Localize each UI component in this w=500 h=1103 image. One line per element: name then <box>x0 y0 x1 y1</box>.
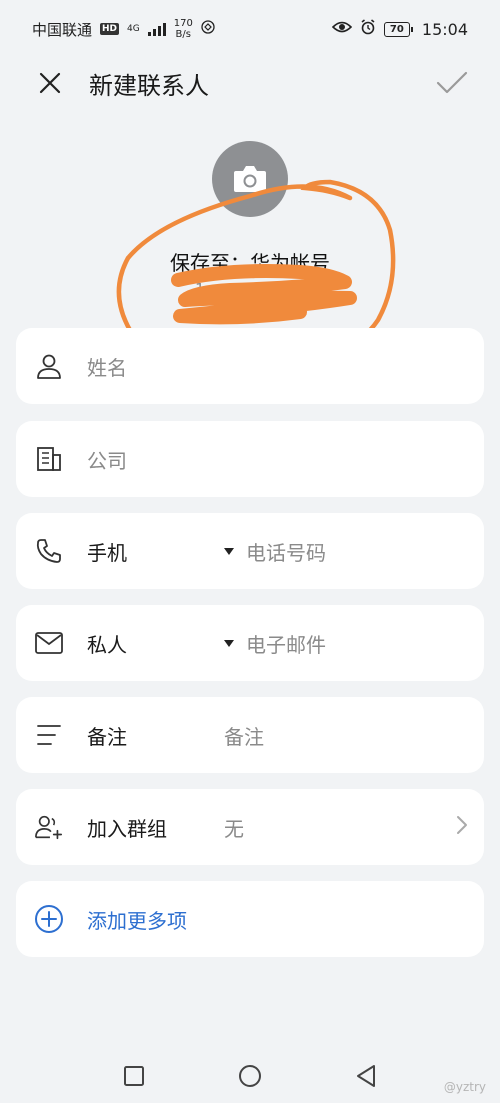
add-more-fields-button[interactable]: 添加更多项 <box>16 881 484 957</box>
add-group-icon <box>34 812 64 842</box>
carrier-name: 中国联通 <box>32 20 93 39</box>
save-to-account-label[interactable]: 保存至：华为帐号 <box>0 247 500 276</box>
note-input[interactable]: 备注 <box>224 721 264 750</box>
phone-field-card[interactable]: 手机 电话号码 <box>16 513 484 589</box>
hd-badge: HD <box>100 23 120 35</box>
email-type-label: 私人 <box>87 632 127 657</box>
checkmark-icon <box>436 71 468 94</box>
recent-apps-button[interactable] <box>119 1061 149 1091</box>
eye-icon <box>331 20 353 38</box>
net-speed: 170 B/s <box>174 18 193 40</box>
app-header: 新建联系人 <box>0 58 500 108</box>
email-value-area: 电子邮件 <box>224 629 484 658</box>
system-nav-bar <box>0 1050 500 1102</box>
account-id: 1•••••••••7 <box>195 280 305 298</box>
phone-value-area: 电话号码 <box>224 537 484 566</box>
caret-down-icon[interactable] <box>224 547 234 555</box>
battery-level: 70 <box>389 23 404 35</box>
name-input[interactable]: 姓名 <box>87 352 484 381</box>
back-button[interactable] <box>351 1061 381 1091</box>
mail-icon <box>34 628 64 658</box>
home-button[interactable] <box>235 1061 265 1091</box>
watermark: @yztry <box>443 1080 486 1094</box>
page-title: 新建联系人 <box>89 71 209 100</box>
network-type: 4G <box>127 24 140 34</box>
chevron-right-icon <box>456 815 468 839</box>
note-label: 备注 <box>87 724 127 749</box>
net-speed-unit: B/s <box>175 29 191 40</box>
status-right: 70 15:04 <box>331 19 468 39</box>
save-button[interactable] <box>434 65 470 101</box>
lines-icon <box>34 720 64 750</box>
status-bar: 中国联通 HD 4G 170 B/s 70 15:04 <box>0 0 500 58</box>
add-more-label: 添加更多项 <box>87 908 187 933</box>
company-input[interactable]: 公司 <box>87 445 484 474</box>
name-field-card[interactable]: 姓名 <box>16 328 484 404</box>
battery-icon: 70 <box>383 21 413 37</box>
email-field-card[interactable]: 私人 电子邮件 <box>16 605 484 681</box>
circle-icon <box>239 1065 261 1087</box>
close-button[interactable] <box>36 69 64 97</box>
group-value-area: 无 <box>224 813 456 842</box>
phone-icon <box>34 536 64 566</box>
plus-circle-icon <box>34 904 64 934</box>
email-input[interactable]: 电子邮件 <box>246 629 326 658</box>
group-label: 加入群组 <box>87 816 167 841</box>
phone-input[interactable]: 电话号码 <box>246 537 326 566</box>
group-value: 无 <box>224 816 244 841</box>
person-icon <box>34 351 64 381</box>
signal-icon <box>147 22 166 36</box>
nfc-icon <box>201 20 215 38</box>
caret-down-icon[interactable] <box>224 639 234 647</box>
clock-time: 15:04 <box>421 19 468 39</box>
phone-type-label: 手机 <box>87 540 127 565</box>
building-icon <box>34 444 64 474</box>
note-value-area: 备注 <box>224 721 484 750</box>
triangle-back-icon <box>357 1065 375 1087</box>
close-icon <box>39 72 61 94</box>
square-icon <box>124 1066 144 1086</box>
group-field-card[interactable]: 加入群组 无 <box>16 789 484 865</box>
status-left: 中国联通 HD 4G 170 B/s <box>32 18 215 40</box>
alarm-icon <box>360 19 376 39</box>
note-field-card[interactable]: 备注 备注 <box>16 697 484 773</box>
net-speed-value: 170 <box>173 18 193 29</box>
avatar-photo-button[interactable] <box>212 141 288 217</box>
camera-icon <box>234 166 266 192</box>
company-field-card[interactable]: 公司 <box>16 421 484 497</box>
